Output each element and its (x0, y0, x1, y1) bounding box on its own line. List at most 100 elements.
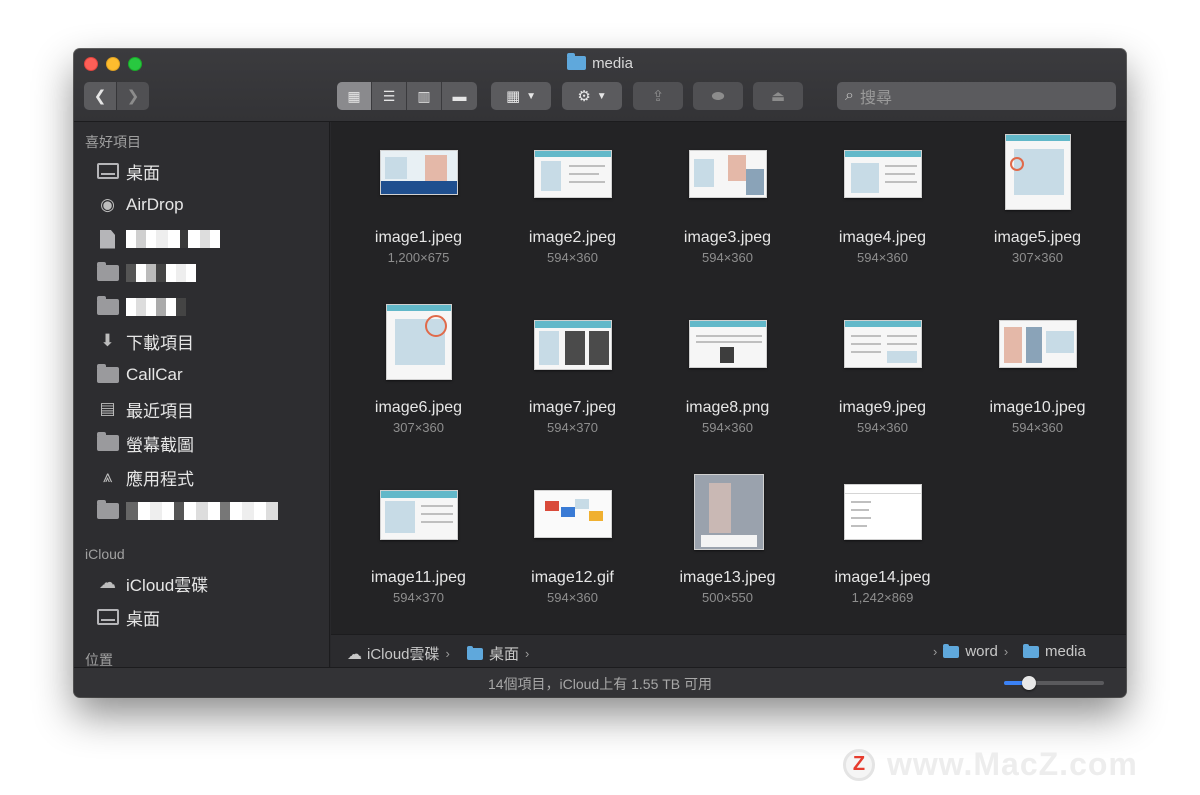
view-mode-control: ▦ ☰ ▥ ▬ (337, 82, 477, 110)
sidebar: 喜好項目 桌面 ◉ AirDrop ⬇ 下載項目 CallCar ▤ 最近項目 … (74, 122, 330, 667)
sidebar-header-icloud: iCloud (85, 546, 125, 562)
search-placeholder: 搜尋 (859, 90, 892, 107)
redacted-label (126, 230, 220, 248)
status-text: 14個項目，iCloud上有 1.55 TB 可用 (487, 676, 713, 692)
file-item[interactable]: image2.jpeg 594×360 (495, 132, 650, 292)
tag-button[interactable]: ⬬ (693, 82, 743, 110)
desktop-icon (96, 609, 119, 625)
folder-icon (96, 262, 119, 281)
sidebar-item-icloud-desktop[interactable]: 桌面 (96, 603, 160, 631)
folder-icon (96, 296, 119, 315)
file-item[interactable]: image6.jpeg 307×360 (341, 302, 496, 462)
share-icon: ⇪ (651, 88, 665, 105)
redacted-label (126, 264, 196, 282)
path-item-word[interactable]: › word › (927, 643, 1014, 660)
document-icon (100, 229, 115, 249)
file-item[interactable]: image13.jpeg 500×550 (650, 472, 805, 632)
file-item[interactable]: image3.jpeg 594×360 (650, 132, 805, 292)
applications-icon: ⩓ (102, 467, 113, 486)
folder-icon (567, 53, 587, 70)
path-item-icloud-drive[interactable]: ☁ iCloud雲碟 › (347, 643, 456, 664)
thumbnail-image14 (844, 484, 922, 540)
folder-icon (943, 643, 960, 658)
toolbar: media ❮ ❯ ▦ ☰ ▥ ▬ ▦ ▼ ⚙ ▼ ⇪ ⬬ ⏏ ⌕ 搜尋 (74, 49, 1126, 122)
columns-icon: ▥ (417, 87, 431, 104)
sidebar-item-desktop[interactable]: 桌面 (96, 157, 160, 185)
file-item[interactable]: image8.png 594×360 (650, 302, 805, 462)
sidebar-item-downloads[interactable]: ⬇ 下載項目 (96, 327, 194, 355)
macz-logo-icon: Z (843, 748, 875, 781)
chevron-right-icon: › (525, 646, 530, 661)
gallery-view-button[interactable]: ▬ (442, 82, 477, 110)
chevron-down-icon: ▼ (526, 90, 537, 102)
chevron-right-icon: › (1003, 644, 1009, 659)
column-view-button[interactable]: ▥ (407, 82, 442, 110)
icon-view-button[interactable]: ▦ (337, 82, 372, 110)
watermark-text: www.MacZ.com (887, 746, 1138, 782)
grid-icon: ▦ (505, 88, 521, 105)
sidebar-item-redacted-folder-3[interactable] (96, 497, 126, 525)
file-item[interactable]: image4.jpeg 594×360 (805, 132, 960, 292)
thumbnail-image9 (844, 320, 922, 368)
tag-icon: ⬬ (711, 87, 725, 105)
chevron-left-icon: ❮ (93, 88, 107, 105)
path-item-desktop[interactable]: 桌面 › (467, 643, 535, 664)
thumbnail-image8 (689, 320, 767, 368)
file-item[interactable]: image11.jpeg 594×370 (341, 472, 496, 632)
file-item[interactable]: image10.jpeg 594×360 (960, 302, 1115, 462)
airdrop-icon: ◉ (100, 195, 115, 214)
sidebar-item-recents[interactable]: ▤ 最近項目 (96, 395, 194, 423)
file-item[interactable]: image1.jpeg 1,200×675 (341, 132, 496, 292)
sidebar-item-applications[interactable]: ⩓ 應用程式 (96, 463, 194, 491)
thumbnail-image11 (380, 490, 458, 540)
search-field[interactable]: ⌕ 搜尋 (837, 82, 1116, 110)
cloud-icon: ☁ (347, 645, 362, 663)
sidebar-item-screenshots[interactable]: 螢幕截圖 (96, 429, 194, 457)
gear-icon: ⚙ (577, 88, 591, 105)
eject-icon: ⏏ (770, 88, 786, 105)
sidebar-item-redacted-folder-1[interactable] (96, 259, 126, 287)
sidebar-item-icloud-drive[interactable]: ☁ iCloud雲碟 (96, 569, 208, 597)
icon-size-slider[interactable] (1004, 676, 1104, 690)
chevron-right-icon: › (445, 646, 450, 661)
path-bar: ☁ iCloud雲碟 › 桌面 › › word › media (331, 634, 1126, 667)
path-item-media[interactable]: media (1023, 643, 1086, 660)
finder-window: media ❮ ❯ ▦ ☰ ▥ ▬ ▦ ▼ ⚙ ▼ ⇪ ⬬ ⏏ ⌕ 搜尋 喜好項目 … (74, 49, 1126, 697)
list-view-button[interactable]: ☰ (372, 82, 407, 110)
list-icon: ☰ (382, 87, 396, 104)
watermark: Z www.MacZ.com (843, 746, 1138, 783)
folder-icon (96, 364, 119, 383)
recents-icon: ▤ (99, 399, 116, 418)
sidebar-item-airdrop[interactable]: ◉ AirDrop (96, 191, 184, 219)
action-button[interactable]: ⚙ ▼ (562, 82, 622, 110)
share-button[interactable]: ⇪ (633, 82, 683, 110)
download-icon: ⬇ (100, 331, 115, 350)
grid-icon: ▦ (347, 87, 361, 104)
thumbnail-image1 (380, 150, 458, 195)
slider-knob[interactable] (1022, 676, 1036, 690)
thumbnail-image10 (999, 320, 1077, 368)
chevron-right-icon: › (933, 644, 938, 659)
thumbnail-image2 (534, 150, 612, 198)
file-item[interactable]: image7.jpeg 594×370 (495, 302, 650, 462)
sidebar-item-callcar[interactable]: CallCar (96, 361, 183, 389)
folder-icon (1023, 643, 1039, 658)
status-bar: 14個項目，iCloud上有 1.55 TB 可用 (74, 667, 1126, 697)
thumbnail-image6 (386, 304, 452, 380)
file-item[interactable]: image12.gif 594×360 (495, 472, 650, 632)
forward-button[interactable]: ❯ (117, 82, 149, 110)
file-item[interactable]: image14.jpeg 1,242×869 (805, 472, 960, 632)
thumbnail-image5 (1005, 134, 1071, 210)
sidebar-header-favorites: 喜好項目 (85, 134, 141, 150)
sidebar-item-redacted-document[interactable] (96, 225, 126, 253)
eject-button[interactable]: ⏏ (753, 82, 803, 110)
file-item[interactable]: image9.jpeg 594×360 (805, 302, 960, 462)
back-button[interactable]: ❮ (84, 82, 116, 110)
thumbnail-image4 (844, 150, 922, 198)
thumbnail-image12 (534, 490, 612, 538)
chevron-right-icon: ❯ (126, 88, 140, 105)
sidebar-item-redacted-folder-2[interactable] (96, 293, 126, 321)
group-button[interactable]: ▦ ▼ (491, 82, 551, 110)
thumbnail-image3 (689, 150, 767, 198)
file-item[interactable]: image5.jpeg 307×360 (960, 132, 1115, 292)
